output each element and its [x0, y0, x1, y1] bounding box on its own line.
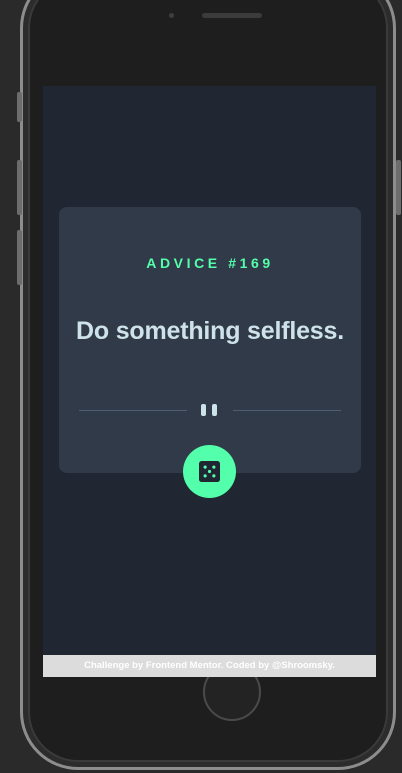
- app-screen: ADVICE #169 Do something selfless. Chall…: [43, 86, 376, 677]
- dice-icon: [199, 461, 220, 482]
- advice-card: ADVICE #169 Do something selfless.: [59, 207, 361, 473]
- volume-down-button: [17, 230, 22, 285]
- generate-advice-button[interactable]: [183, 445, 236, 498]
- advice-id: ADVICE #169: [146, 255, 274, 271]
- stage: ADVICE #169 Do something selfless. Chall…: [0, 0, 402, 773]
- attribution-footer: Challenge by Frontend Mentor. Coded by @…: [43, 655, 376, 677]
- divider-line-right: [233, 410, 341, 411]
- divider-line-left: [79, 410, 187, 411]
- advice-text: Do something selfless.: [76, 317, 344, 345]
- volume-up-button: [17, 160, 22, 215]
- pause-icon: [201, 404, 219, 416]
- pattern-divider: [79, 404, 341, 416]
- mute-switch: [17, 92, 22, 122]
- camera-dot: [169, 13, 174, 18]
- power-button: [396, 160, 401, 215]
- speaker-grille: [202, 13, 262, 18]
